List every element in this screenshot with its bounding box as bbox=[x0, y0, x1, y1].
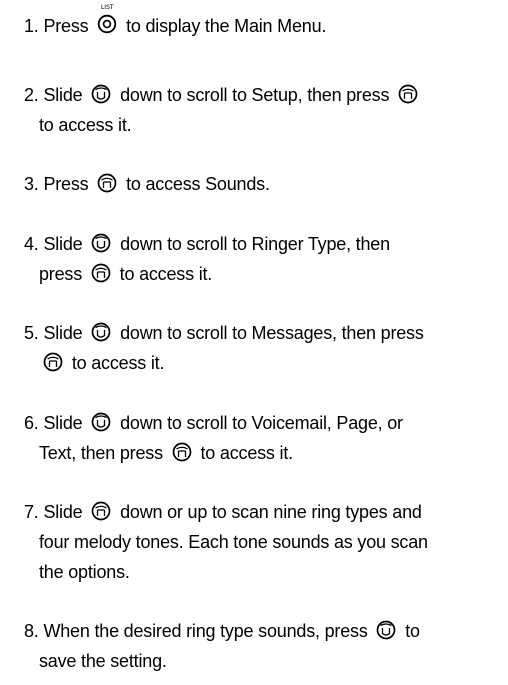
step-text: four melody tones. Each tone sounds as y… bbox=[39, 532, 428, 552]
step-line: 2. Slide down to scroll to Setup, then p… bbox=[24, 80, 504, 110]
step-number: 6. bbox=[24, 413, 39, 433]
step-text: Slide bbox=[43, 234, 83, 254]
step-line: 7. Slide down or up to scan nine ring ty… bbox=[24, 497, 504, 527]
navigation-key-press-icon bbox=[42, 352, 64, 372]
step-2: 2. Slide down to scroll to Setup, then p… bbox=[24, 80, 504, 140]
step-text: the options. bbox=[39, 562, 130, 582]
step-line: to access it. bbox=[24, 348, 504, 378]
step-1: 1. Press LIST to display the Main Menu. bbox=[24, 4, 504, 41]
navigation-key-press-icon bbox=[96, 173, 118, 193]
step-text: Slide bbox=[43, 502, 83, 522]
step-text: to access it. bbox=[39, 115, 132, 135]
navigation-key-press-icon bbox=[375, 620, 397, 640]
step-text: Slide bbox=[43, 413, 83, 433]
step-text: When the desired ring type sounds, press bbox=[43, 621, 368, 641]
list-key-icon: LIST bbox=[96, 4, 118, 34]
step-6: 6. Slide down to scroll to Voicemail, Pa… bbox=[24, 408, 504, 468]
step-text: Text, then press bbox=[39, 443, 163, 463]
step-number: 2. bbox=[24, 85, 39, 105]
step-number: 5. bbox=[24, 323, 39, 343]
step-text: Slide bbox=[43, 323, 83, 343]
step-line: 3. Press to access Sounds. bbox=[24, 169, 504, 199]
step-text: save the setting. bbox=[39, 651, 167, 671]
step-text: down or up to scan nine ring types and bbox=[120, 502, 422, 522]
step-text: to access Sounds. bbox=[126, 174, 270, 194]
instruction-document: 1. Press LIST to display the Main Menu. … bbox=[0, 0, 508, 685]
step-line: press to access it. bbox=[24, 259, 504, 289]
step-number: 7. bbox=[24, 502, 39, 522]
step-text: down to scroll to Messages, then press bbox=[120, 323, 424, 343]
step-text: Press bbox=[43, 174, 89, 194]
step-line: 6. Slide down to scroll to Voicemail, Pa… bbox=[24, 408, 504, 438]
navigation-key-slide-icon bbox=[90, 412, 112, 432]
step-text: to display the Main Menu. bbox=[126, 16, 327, 36]
step-5: 5. Slide down to scroll to Messages, the… bbox=[24, 318, 504, 378]
step-line: save the setting. bbox=[24, 646, 504, 676]
step-7: 7. Slide down or up to scan nine ring ty… bbox=[24, 497, 504, 587]
step-line: 4. Slide down to scroll to Ringer Type, … bbox=[24, 229, 504, 259]
step-3: 3. Press to access Sounds. bbox=[24, 169, 504, 199]
step-8: 8. When the desired ring type sounds, pr… bbox=[24, 616, 504, 676]
navigation-key-slide-icon bbox=[90, 322, 112, 342]
step-text: to access it. bbox=[200, 443, 294, 463]
step-line: to access it. bbox=[24, 110, 504, 140]
step-number: 1. bbox=[24, 16, 39, 36]
step-line: 8. When the desired ring type sounds, pr… bbox=[24, 616, 504, 646]
step-line: four melody tones. Each tone sounds as y… bbox=[24, 527, 504, 557]
step-text: Press bbox=[43, 16, 89, 36]
step-text: to access it. bbox=[119, 264, 213, 284]
step-number: 3. bbox=[24, 174, 39, 194]
step-text: down to scroll to Voicemail, Page, or bbox=[120, 413, 403, 433]
navigation-key-slide-icon bbox=[90, 84, 112, 104]
step-4: 4. Slide down to scroll to Ringer Type, … bbox=[24, 229, 504, 289]
navigation-key-slide-icon bbox=[90, 501, 112, 521]
step-line: 5. Slide down to scroll to Messages, the… bbox=[24, 318, 504, 348]
step-number: 4. bbox=[24, 234, 39, 254]
step-number: 8. bbox=[24, 621, 39, 641]
list-key-caption: LIST bbox=[100, 4, 114, 11]
navigation-key-press-icon bbox=[171, 442, 193, 462]
step-text: down to scroll to Ringer Type, then bbox=[120, 234, 390, 254]
navigation-key-press-icon bbox=[397, 84, 419, 104]
step-line: 1. Press LIST to display the Main Menu. bbox=[24, 4, 504, 41]
step-line: Text, then press to access it. bbox=[24, 438, 504, 468]
step-text: to access it. bbox=[71, 353, 165, 373]
step-text: Slide bbox=[43, 85, 83, 105]
navigation-key-press-icon bbox=[90, 263, 112, 283]
step-line: the options. bbox=[24, 557, 504, 587]
step-text: to bbox=[405, 621, 420, 641]
step-text: down to scroll to Setup, then press bbox=[120, 85, 390, 105]
navigation-key-slide-icon bbox=[90, 233, 112, 253]
step-text: press bbox=[39, 264, 83, 284]
